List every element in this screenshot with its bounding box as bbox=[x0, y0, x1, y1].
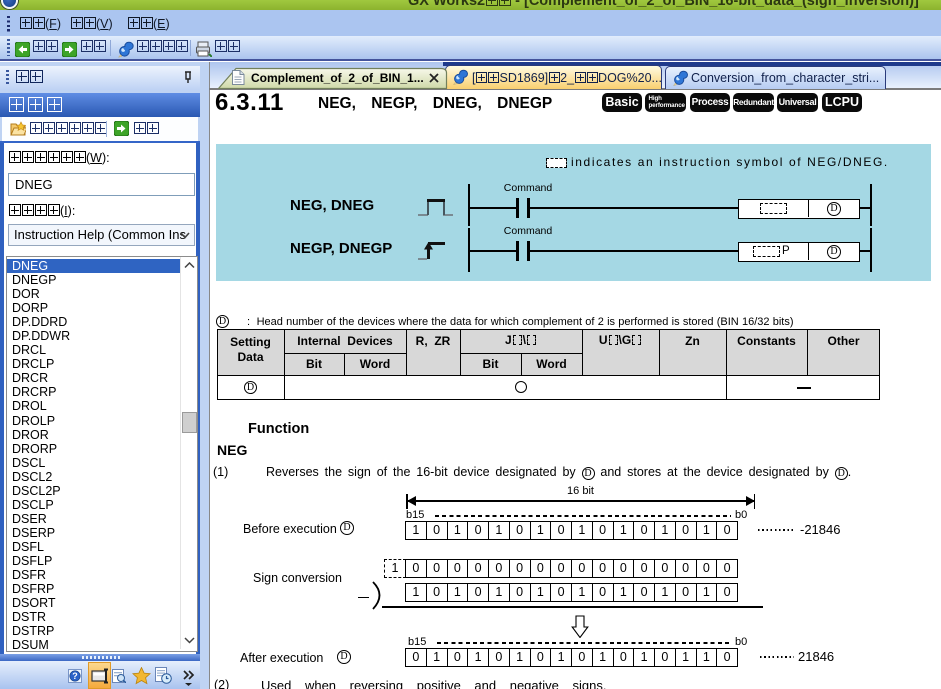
svg-text:?: ? bbox=[72, 671, 78, 681]
